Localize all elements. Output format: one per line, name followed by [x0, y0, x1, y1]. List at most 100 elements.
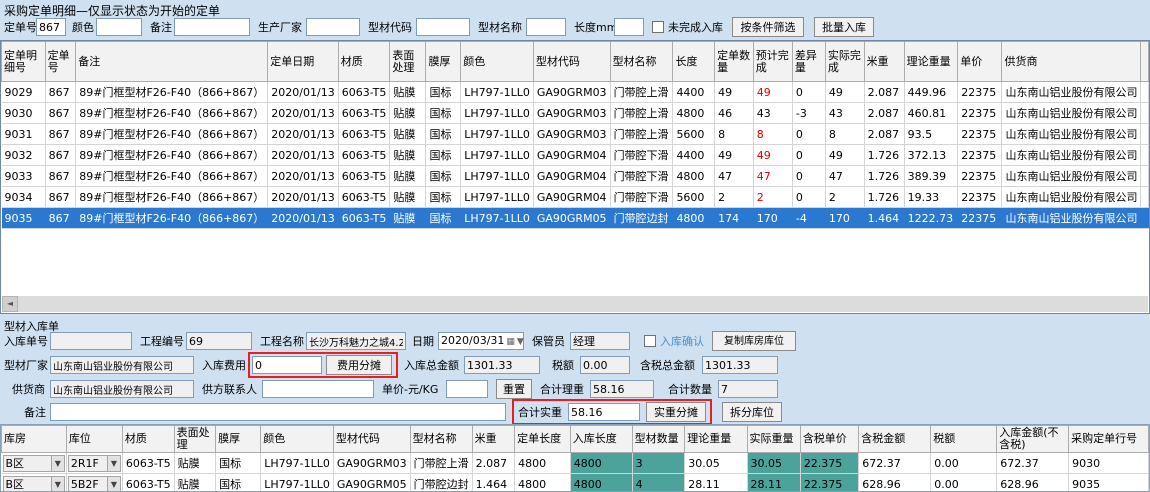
column-header[interactable]: 备注	[76, 42, 268, 82]
table-row[interactable]: 903086789#门框型材F26-F40（866+867）2020/01/13…	[2, 103, 1149, 124]
column-header[interactable]: 定单数量	[715, 42, 754, 82]
column-header[interactable]: 型材名称	[410, 426, 472, 453]
manufacturer-filter-input[interactable]	[306, 18, 360, 36]
column-header[interactable]: 型材代码	[333, 426, 410, 453]
unfinished-inbound-checkbox[interactable]	[652, 21, 664, 33]
column-header[interactable]: 定单日期	[268, 42, 338, 82]
column-header[interactable]: 材质	[122, 426, 174, 453]
column-header[interactable]: 长度	[673, 42, 715, 82]
project-name-input[interactable]	[306, 332, 406, 350]
scroll-left-arrow-icon[interactable]: ◄	[2, 296, 18, 312]
cell-dropdown[interactable]: 2R1F▼	[68, 455, 121, 472]
manufacturer-input[interactable]	[50, 356, 194, 374]
table-row[interactable]: 903286789#门框型材F26-F40（866+867）2020/01/13…	[2, 145, 1149, 166]
column-header[interactable]: 预计完成	[753, 42, 792, 82]
column-header[interactable]: 定单明细号	[2, 42, 46, 82]
inbound-total-input[interactable]	[464, 356, 540, 374]
column-header[interactable]: 定单长度	[515, 426, 571, 453]
tax-input[interactable]	[580, 356, 630, 374]
column-header[interactable]: 实际完成	[825, 42, 864, 82]
total-theory-weight-input[interactable]	[590, 380, 654, 398]
total-qty-input[interactable]	[718, 380, 778, 398]
column-header[interactable]: 供货商	[1002, 42, 1141, 82]
date-picker[interactable]: 2020/03/31▦▼	[438, 332, 524, 350]
column-header[interactable]: 表面处理	[390, 42, 426, 82]
inbound-fee-input[interactable]	[252, 356, 322, 374]
supplier-input[interactable]	[50, 380, 194, 398]
column-header[interactable]: 材质	[338, 42, 390, 82]
unit-price-input[interactable]	[446, 380, 488, 398]
split-location-button[interactable]: 拆分库位	[722, 402, 782, 422]
cell-dropdown[interactable]: B区▼	[3, 476, 65, 492]
column-header[interactable]: 型材数量	[632, 426, 685, 453]
actual-weight-allocate-button[interactable]: 实重分摊	[646, 402, 706, 422]
column-header[interactable]: 膜厚	[216, 426, 261, 453]
column-header[interactable]: 入库金额(不含税)	[997, 426, 1069, 453]
chevron-down-icon[interactable]: ▼	[107, 477, 120, 492]
table-row[interactable]: 902986789#门框型材F26-F40（866+867）2020/01/13…	[2, 82, 1149, 103]
table-cell: 2.087	[472, 453, 515, 474]
date-dropdown-arrow-icon[interactable]: ▼	[517, 337, 524, 347]
column-header[interactable]: 理论重量	[904, 42, 958, 82]
column-header[interactable]: 库房	[2, 426, 67, 453]
table-cell: 门带腔上滑	[610, 124, 673, 145]
column-header[interactable]: 颜色	[261, 426, 334, 453]
column-header[interactable]: 单价	[958, 42, 1002, 82]
column-header[interactable]: 实际重量	[747, 426, 800, 453]
column-header[interactable]: 型材名称	[610, 42, 673, 82]
column-header[interactable]: 税额	[931, 426, 997, 453]
cell-dropdown[interactable]: B区▼	[3, 455, 65, 472]
chevron-down-icon[interactable]: ▼	[51, 477, 64, 492]
column-header[interactable]: 入库长度	[570, 426, 632, 453]
calendar-icon[interactable]: ▦	[506, 337, 515, 347]
column-header[interactable]: 采购定单行号	[1069, 426, 1149, 453]
table-row[interactable]: 903386789#门框型材F26-F40（866+867）2020/01/13…	[2, 166, 1149, 187]
column-header[interactable]: 膜厚	[426, 42, 461, 82]
cell-dropdown[interactable]: 5B2F▼	[68, 476, 121, 492]
table-cell: 6063-T5	[338, 124, 390, 145]
table-cell: 49	[825, 82, 864, 103]
total-actual-weight-label: 合计实重	[518, 405, 562, 421]
table-row[interactable]: B区▼2R1F▼6063-T5贴膜国标LH797-1LL0GA90GRM03门带…	[2, 453, 1149, 474]
column-header[interactable]: 差异量	[792, 42, 825, 82]
keeper-input[interactable]	[570, 332, 630, 350]
batch-inbound-button[interactable]: 批量入库	[814, 17, 874, 37]
filter-by-condition-button[interactable]: 按条件筛选	[732, 17, 804, 37]
table-row[interactable]: 903586789#门框型材F26-F40（866+867）2020/01/13…	[2, 208, 1149, 229]
profile-name-filter-input[interactable]	[526, 18, 566, 36]
supplier-contact-input[interactable]	[262, 380, 374, 398]
column-header[interactable]: 库位	[66, 426, 122, 453]
inbound-confirm-checkbox[interactable]	[644, 335, 656, 347]
order-no-filter-input[interactable]	[36, 18, 66, 36]
table-row[interactable]: 903186789#门框型材F26-F40（866+867）2020/01/13…	[2, 124, 1149, 145]
remark-input[interactable]	[50, 403, 506, 421]
chevron-down-icon[interactable]: ▼	[107, 456, 120, 471]
table-row[interactable]: B区▼5B2F▼6063-T5贴膜国标LH797-1LL0GA90GRM05门带…	[2, 474, 1149, 492]
column-header[interactable]: 表面处理	[174, 426, 216, 453]
project-no-input[interactable]	[186, 332, 252, 350]
horizontal-scrollbar[interactable]: ◄	[2, 296, 1148, 312]
profile-code-filter-input[interactable]	[416, 18, 470, 36]
remark-filter-input[interactable]	[174, 18, 250, 36]
column-header[interactable]: 型材代码	[533, 42, 610, 82]
color-filter-input[interactable]	[96, 18, 142, 36]
column-header[interactable]: 含税单价	[800, 426, 858, 453]
column-header[interactable]: 米重	[864, 42, 904, 82]
column-header[interactable]: 理论重量	[685, 426, 747, 453]
table-cell: 贴膜	[390, 82, 426, 103]
table-cell: 2R1F▼	[66, 453, 122, 474]
chevron-down-icon[interactable]: ▼	[51, 456, 64, 471]
total-actual-weight-input[interactable]	[568, 403, 640, 421]
table-row[interactable]: 903486789#门框型材F26-F40（866+867）2020/01/13…	[2, 187, 1149, 208]
table-cell: 6063-T5	[338, 145, 390, 166]
column-header[interactable]: 定单号	[45, 42, 76, 82]
column-header[interactable]: 含税金额	[859, 426, 931, 453]
tax-total-input[interactable]	[702, 356, 778, 374]
copy-warehouse-location-button[interactable]: 复制库房库位	[712, 331, 796, 351]
receipt-no-input[interactable]	[50, 332, 132, 350]
reset-button[interactable]: 重置	[496, 379, 532, 399]
fee-allocate-button[interactable]: 费用分摊	[326, 355, 392, 375]
length-filter-input[interactable]	[614, 18, 644, 36]
column-header[interactable]: 颜色	[461, 42, 534, 82]
column-header[interactable]: 米重	[472, 426, 515, 453]
